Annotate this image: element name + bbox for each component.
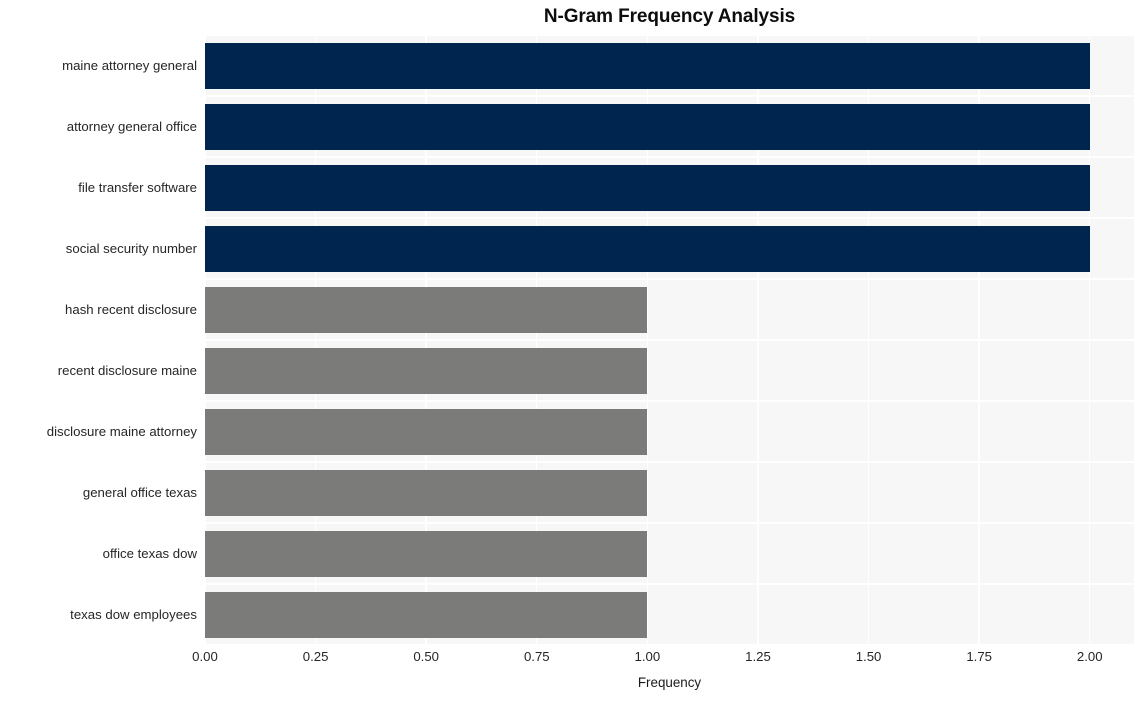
gridline-horizontal xyxy=(205,583,1134,585)
gridline-horizontal xyxy=(205,339,1134,341)
y-tick-label: hash recent disclosure xyxy=(65,301,197,317)
y-tick-label: disclosure maine attorney xyxy=(46,423,197,439)
x-tick-label: 0.75 xyxy=(523,649,550,664)
plot-area xyxy=(205,35,1134,645)
y-tick-label: attorney general office xyxy=(66,118,197,134)
x-tick-label: 2.00 xyxy=(1076,649,1103,664)
chart-figure: N-Gram Frequency Analysis maine attorney… xyxy=(0,0,1144,701)
x-axis-title: Frequency xyxy=(637,675,702,690)
y-axis: maine attorney general attorney general o… xyxy=(0,35,197,645)
x-tick-label: 1.50 xyxy=(855,649,882,664)
bar[interactable] xyxy=(205,164,1090,211)
y-tick-label: maine attorney general xyxy=(62,57,197,73)
bar[interactable] xyxy=(205,42,1090,89)
x-tick-label: 0.25 xyxy=(302,649,329,664)
gridline-horizontal xyxy=(205,522,1134,524)
chart-title: N-Gram Frequency Analysis xyxy=(543,6,796,27)
y-tick-label: office texas dow xyxy=(102,545,197,561)
bar[interactable] xyxy=(205,469,648,516)
gridline-horizontal xyxy=(205,400,1134,402)
x-tick-label: 0.50 xyxy=(413,649,440,664)
x-tick-label: 1.75 xyxy=(966,649,992,664)
bar[interactable] xyxy=(205,347,648,394)
bar[interactable] xyxy=(205,408,648,455)
x-axis: 0.00 0.25 0.50 0.75 1.00 1.25 1.50 1.75 2.00 xyxy=(0,649,1144,671)
gridline-horizontal xyxy=(205,461,1134,463)
y-tick-label: recent disclosure maine xyxy=(57,362,197,378)
gridline-horizontal xyxy=(205,156,1134,158)
gridline-horizontal xyxy=(205,217,1134,219)
bar[interactable] xyxy=(205,103,1090,150)
y-tick-label: general office texas xyxy=(82,484,197,500)
x-tick-label: 1.00 xyxy=(634,649,661,664)
y-tick-label: file transfer software xyxy=(78,179,197,195)
bar[interactable] xyxy=(205,530,648,577)
y-tick-label: social security number xyxy=(65,240,197,256)
x-tick-label: 1.25 xyxy=(745,649,771,664)
bar[interactable] xyxy=(205,591,648,638)
x-tick-label: 0.00 xyxy=(192,649,218,664)
gridline-horizontal xyxy=(205,644,1134,645)
bar[interactable] xyxy=(205,286,648,333)
y-tick-label: texas dow employees xyxy=(70,606,197,622)
gridline-horizontal xyxy=(205,278,1134,280)
gridline-horizontal xyxy=(205,35,1134,36)
bar[interactable] xyxy=(205,225,1090,272)
gridline-horizontal xyxy=(205,95,1134,97)
